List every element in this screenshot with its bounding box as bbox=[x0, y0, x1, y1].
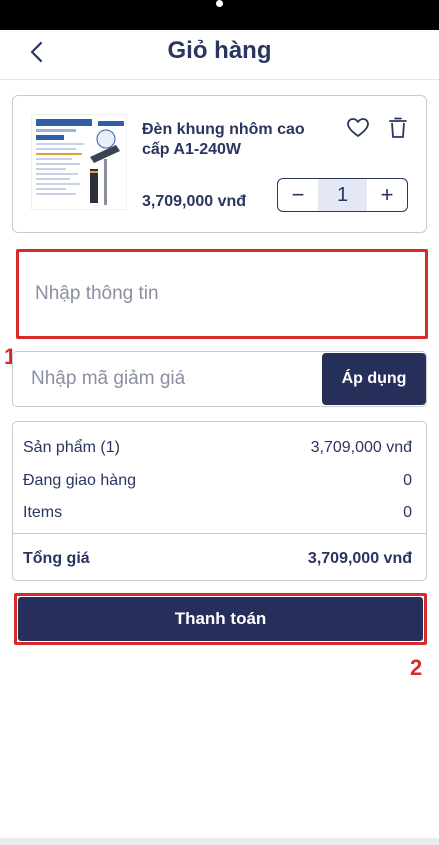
summary-row: Items 0 bbox=[23, 504, 412, 522]
info-input[interactable] bbox=[16, 249, 428, 339]
coupon-group: Áp dụng bbox=[12, 351, 427, 407]
checkout-button[interactable]: Thanh toán bbox=[18, 597, 423, 641]
app-header: Giỏ hàng bbox=[0, 30, 439, 80]
cart-item-card: Đèn khung nhôm cao cấp A1-240W 3,709,000… bbox=[12, 95, 427, 233]
product-thumbnail[interactable] bbox=[31, 114, 127, 210]
bottom-bar bbox=[0, 838, 439, 845]
page-title: Giỏ hàng bbox=[167, 37, 272, 64]
favorite-button[interactable] bbox=[346, 116, 370, 140]
coupon-input[interactable] bbox=[13, 352, 321, 406]
total-label: Tổng giá bbox=[23, 550, 90, 567]
summary-row: Đang giao hàng 0 bbox=[23, 472, 412, 490]
summary-label: Sản phẩm (1) bbox=[23, 439, 120, 456]
decrement-button[interactable]: − bbox=[278, 179, 318, 211]
quantity-value[interactable]: 1 bbox=[318, 179, 367, 211]
quantity-stepper: − 1 + bbox=[277, 178, 408, 212]
checkout-highlight: Thanh toán bbox=[14, 593, 427, 645]
increment-button[interactable]: + bbox=[367, 179, 407, 211]
camera-dot bbox=[216, 0, 223, 7]
product-name[interactable]: Đèn khung nhôm cao cấp A1-240W bbox=[142, 120, 332, 160]
total-value: 3,709,000 vnđ bbox=[307, 550, 412, 567]
summary-label: Items bbox=[23, 504, 63, 521]
status-bar bbox=[0, 0, 439, 30]
apply-coupon-button[interactable]: Áp dụng bbox=[322, 353, 426, 405]
summary-label: Đang giao hàng bbox=[23, 472, 136, 489]
summary-value: 0 bbox=[403, 472, 412, 489]
summary-divider bbox=[13, 533, 426, 534]
summary-value: 0 bbox=[403, 504, 412, 521]
summary-row: Sản phẩm (1) 3,709,000 vnđ bbox=[23, 439, 412, 457]
trash-icon bbox=[389, 117, 407, 138]
product-price: 3,709,000 vnđ bbox=[142, 193, 247, 210]
delete-button[interactable] bbox=[386, 116, 410, 140]
summary-total-row: Tổng giá 3,709,000 vnđ bbox=[23, 550, 412, 568]
heart-icon bbox=[347, 118, 369, 137]
product-image bbox=[32, 115, 126, 209]
annotation-marker-2: 2 bbox=[410, 655, 423, 680]
order-summary: Sản phẩm (1) 3,709,000 vnđ Đang giao hàn… bbox=[12, 421, 427, 581]
summary-value: 3,709,000 vnđ bbox=[310, 439, 412, 456]
